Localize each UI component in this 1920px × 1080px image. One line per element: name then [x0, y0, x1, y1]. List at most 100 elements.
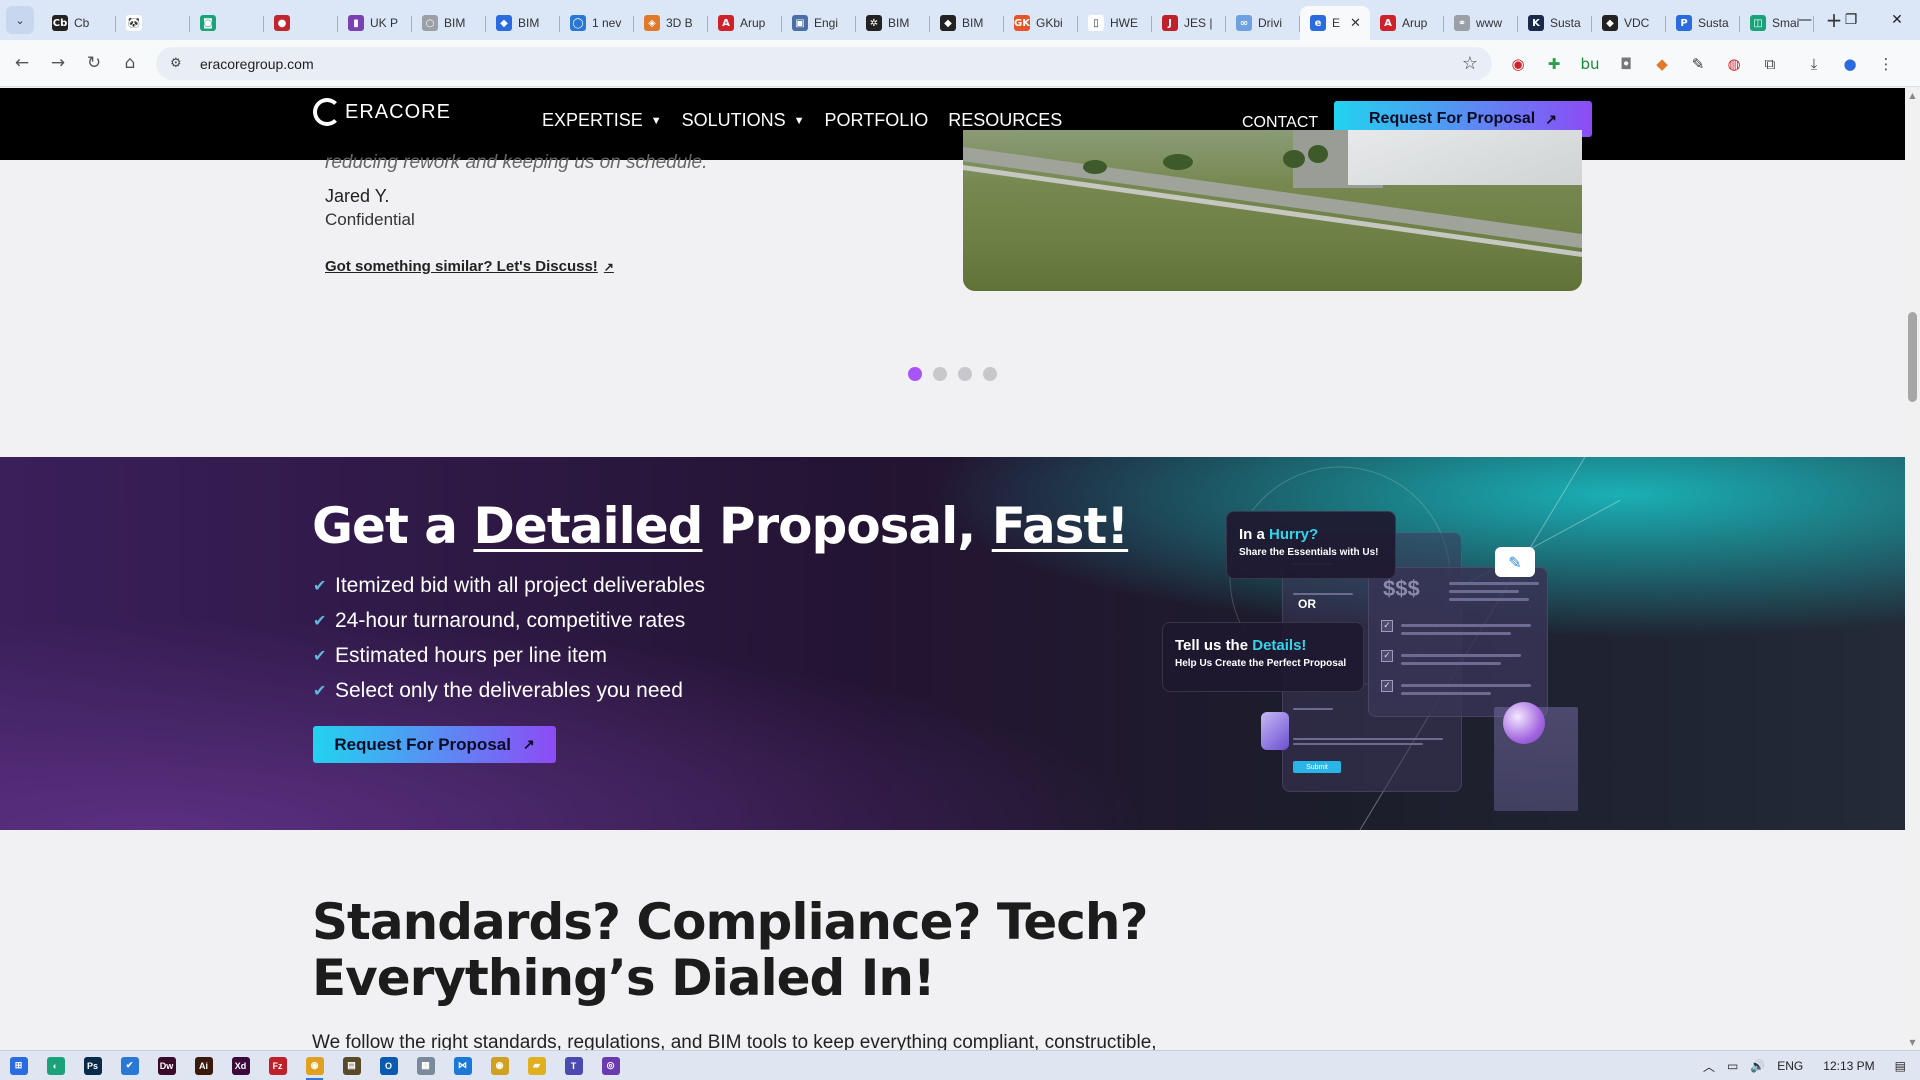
- slider-dot-1[interactable]: [908, 367, 922, 381]
- proposal-headline: Get a Detailed Proposal, Fast!: [312, 497, 1129, 555]
- close-window-icon[interactable]: ✕: [1874, 0, 1920, 40]
- browser-tab[interactable]: ◆ BIM: [930, 6, 1004, 40]
- browser-tab[interactable]: A Arup: [1370, 6, 1444, 40]
- page-scrollbar[interactable]: ▲ ▼: [1905, 88, 1920, 1050]
- scroll-up-icon[interactable]: ▲: [1905, 88, 1920, 103]
- browser-tab[interactable]: ▮ UK P: [338, 6, 412, 40]
- browser-tab[interactable]: ◈ 3D B: [634, 6, 708, 40]
- site-info-icon[interactable]: ⚙: [170, 56, 188, 71]
- camera-icon[interactable]: ◘: [1608, 55, 1644, 73]
- volume-icon[interactable]: 🔊: [1750, 1059, 1765, 1073]
- tab-title: Arup: [1402, 16, 1428, 30]
- taskbar-app-icon[interactable]: ⋈: [444, 1051, 481, 1080]
- nav-solutions[interactable]: SOLUTIONS ▼: [682, 110, 805, 131]
- browser-tab[interactable]: ◆ VDC: [1592, 6, 1666, 40]
- extension-icon[interactable]: ◆: [1644, 55, 1680, 73]
- taskbar-app-icon[interactable]: ◎: [592, 1051, 629, 1080]
- banner-request-proposal-button[interactable]: Request For Proposal ↗: [313, 726, 556, 763]
- scroll-down-icon[interactable]: ▼: [1905, 1035, 1920, 1050]
- taskbar-app-icon[interactable]: O: [370, 1051, 407, 1080]
- photo-tree: [1283, 150, 1305, 168]
- tab-favicon-icon: A: [718, 15, 734, 31]
- browser-tab[interactable]: ▯ HWE: [1078, 6, 1152, 40]
- nav-portfolio[interactable]: PORTFOLIO: [825, 110, 929, 131]
- taskbar-app-icon[interactable]: ▰: [518, 1051, 555, 1080]
- reload-icon[interactable]: ↻: [76, 45, 112, 81]
- start-button[interactable]: ⊞: [0, 1051, 37, 1080]
- browser-tab[interactable]: ⚭ www: [1444, 6, 1518, 40]
- browser-tab[interactable]: ∞ Drivi: [1226, 6, 1300, 40]
- photo-tree: [1308, 145, 1328, 163]
- extension-icon[interactable]: bu: [1572, 55, 1608, 73]
- taskbar-app-icon[interactable]: ◉: [296, 1051, 333, 1080]
- taskbar-app-icon[interactable]: ✔: [111, 1051, 148, 1080]
- browser-tab[interactable]: ◙: [190, 6, 264, 40]
- slider-dot-2[interactable]: [933, 367, 947, 381]
- language-indicator[interactable]: ENG: [1777, 1059, 1803, 1073]
- hurry-heading-a: In a: [1239, 526, 1270, 543]
- app-glyph-icon: Xd: [231, 1056, 250, 1075]
- extension-icon[interactable]: ✎: [1680, 55, 1716, 73]
- photo-tree: [1083, 160, 1107, 174]
- url-text[interactable]: eracoregroup.com: [200, 56, 314, 72]
- taskbar-app-icon[interactable]: ◐: [37, 1051, 74, 1080]
- taskbar-app-icon[interactable]: ▤: [333, 1051, 370, 1080]
- nav-expertise[interactable]: EXPERTISE ▼: [542, 110, 662, 131]
- tab-list: Cb Cb 🐼 ◙ ● ▮ UK P ○ BIM ◆ BIM ◯ 1 nev ◈ 3D B A Arup ▣ Eng…: [42, 0, 1814, 40]
- browser-tab[interactable]: P Susta: [1666, 6, 1740, 40]
- slider-dot-3[interactable]: [958, 367, 972, 381]
- browser-tab[interactable]: ▣ Engi: [782, 6, 856, 40]
- taskbar-app-icon[interactable]: Xd: [222, 1051, 259, 1080]
- network-icon[interactable]: ▭: [1727, 1059, 1738, 1073]
- scrollbar-thumb[interactable]: [1908, 312, 1917, 402]
- browser-tab[interactable]: A Arup: [708, 6, 782, 40]
- notifications-icon[interactable]: ▤: [1895, 1059, 1906, 1073]
- download-icon[interactable]: ⤓: [1796, 55, 1832, 73]
- browser-tab[interactable]: Cb Cb: [42, 6, 116, 40]
- restore-icon[interactable]: ❐: [1828, 0, 1874, 40]
- profile-avatar[interactable]: ●: [1832, 55, 1868, 73]
- discuss-link[interactable]: Got something similar? Let's Discuss! ↗: [325, 258, 614, 275]
- address-bar[interactable]: ⚙ eracoregroup.com ☆: [156, 47, 1492, 80]
- taskbar-app-icon[interactable]: Ps: [74, 1051, 111, 1080]
- tray-chevron-icon[interactable]: ︿: [1703, 1058, 1715, 1075]
- back-icon[interactable]: ←: [4, 45, 40, 81]
- home-icon[interactable]: ⌂: [112, 45, 148, 81]
- taskbar-app-icon[interactable]: ◉: [481, 1051, 518, 1080]
- taskbar-app-icon[interactable]: Dw: [148, 1051, 185, 1080]
- minimize-icon[interactable]: —: [1782, 0, 1828, 40]
- browser-tab[interactable]: ●: [264, 6, 338, 40]
- taskbar-apps: ⊞ ◐ Ps ✔ Dw Ai Xd Fz ◉ ▤ O ▦ ⋈ ◉ ▰ T ◎: [0, 1051, 629, 1080]
- app-glyph-icon: ▦: [416, 1056, 435, 1075]
- extension-icon[interactable]: ◉: [1500, 55, 1536, 73]
- browser-tab[interactable]: J JES |: [1152, 6, 1226, 40]
- form-line: [1293, 708, 1333, 710]
- bookmark-star-icon[interactable]: ☆: [1462, 53, 1478, 74]
- taskbar-app-icon[interactable]: Ai: [185, 1051, 222, 1080]
- extensions-puzzle-icon[interactable]: ⧉: [1752, 55, 1788, 73]
- nav-resources-label: RESOURCES: [948, 110, 1063, 130]
- browser-tab[interactable]: K Susta: [1518, 6, 1592, 40]
- taskbar-app-icon[interactable]: Fz: [259, 1051, 296, 1080]
- browser-tab[interactable]: 🐼: [116, 6, 190, 40]
- browser-tab[interactable]: GK GKbi: [1004, 6, 1078, 40]
- extension-icon[interactable]: ✚: [1536, 55, 1572, 73]
- browser-menu-icon[interactable]: ⋮: [1868, 55, 1904, 73]
- browser-tab[interactable]: ◯ 1 nev: [560, 6, 634, 40]
- hurry-card: In a Hurry? Share the Essentials with Us…: [1226, 511, 1396, 579]
- forward-icon[interactable]: →: [40, 45, 76, 81]
- taskbar-app-icon[interactable]: T: [555, 1051, 592, 1080]
- taskbar-app-icon[interactable]: ▦: [407, 1051, 444, 1080]
- browser-tab[interactable]: e E ✕: [1300, 6, 1370, 40]
- browser-tab[interactable]: ✲ BIM: [856, 6, 930, 40]
- clock[interactable]: 12:13 PM: [1823, 1059, 1874, 1073]
- browser-tab[interactable]: ◆ BIM: [486, 6, 560, 40]
- close-tab-icon[interactable]: ✕: [1350, 16, 1361, 31]
- nav-resources[interactable]: RESOURCES: [948, 110, 1062, 131]
- tab-search-menu-button[interactable]: ⌄: [6, 6, 34, 34]
- extension-icon[interactable]: ◍: [1716, 55, 1752, 73]
- browser-tab[interactable]: ○ BIM: [412, 6, 486, 40]
- site-logo[interactable]: ERACORE: [313, 98, 451, 126]
- slider-dot-4[interactable]: [983, 367, 997, 381]
- slider-dots: [908, 367, 1008, 381]
